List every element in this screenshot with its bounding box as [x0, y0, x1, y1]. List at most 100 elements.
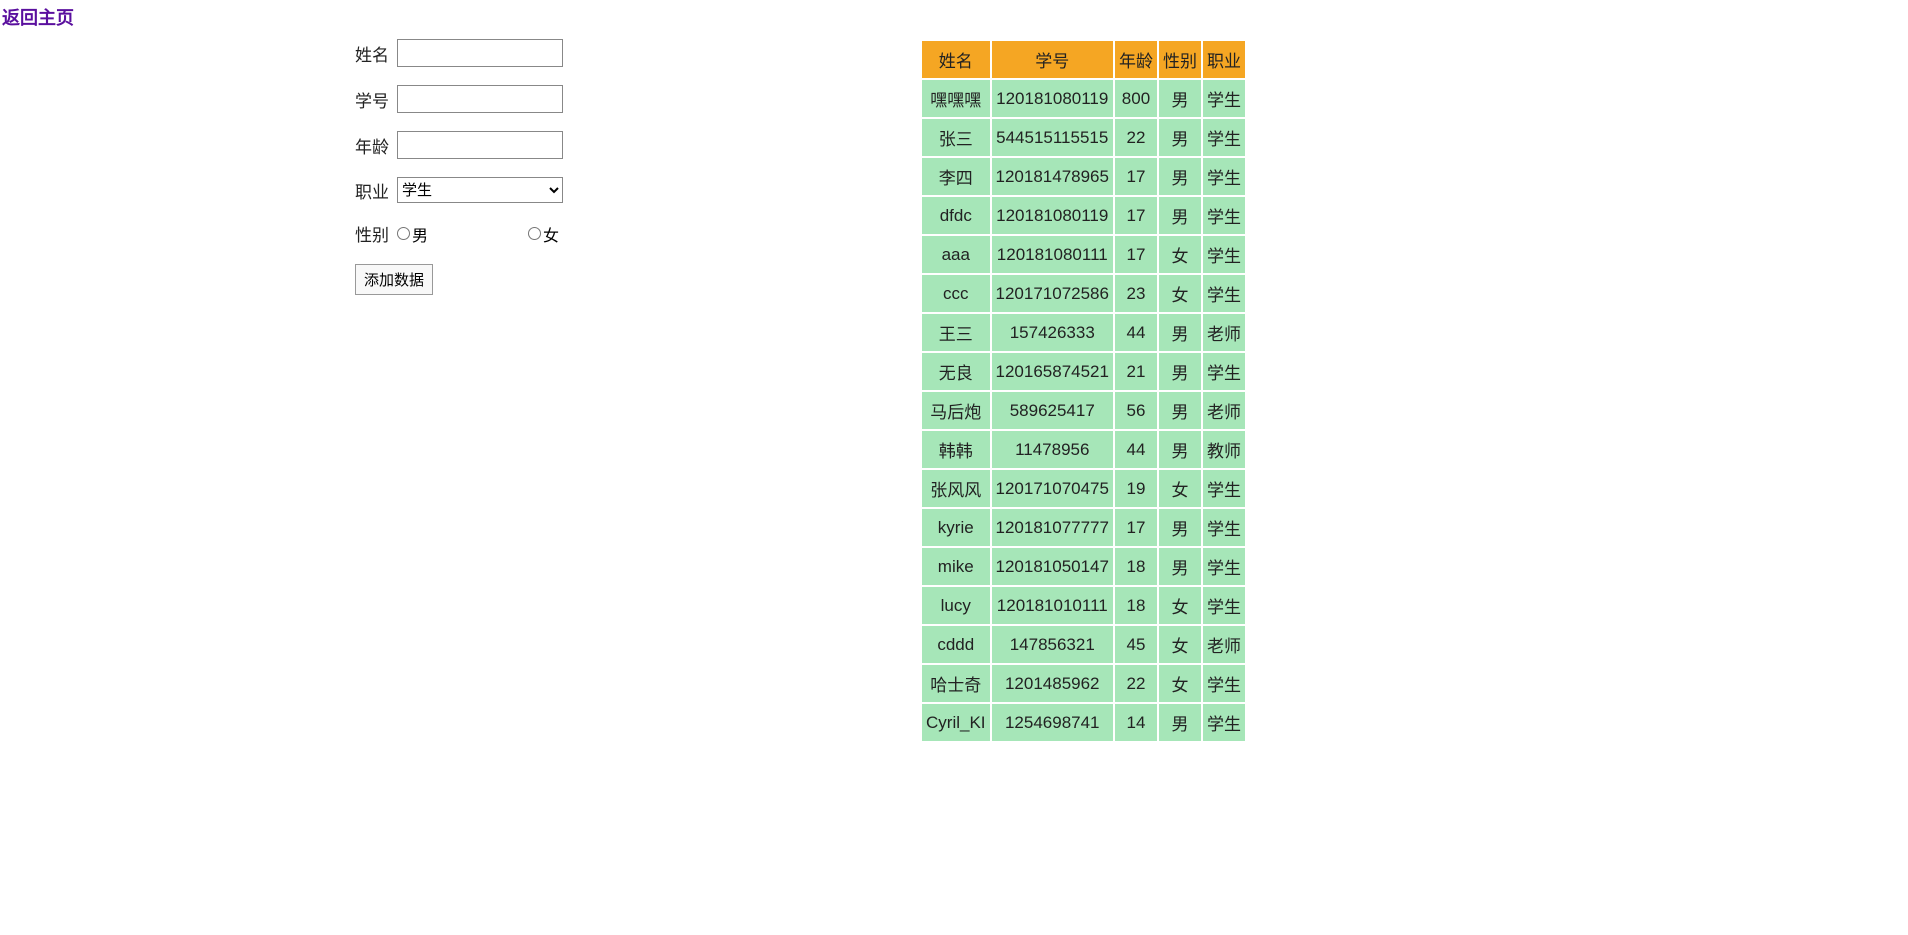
- table-cell-age: 23: [1115, 275, 1157, 312]
- table-cell-name: cddd: [922, 626, 990, 663]
- table-row: lucy12018101011118女学生: [922, 587, 1245, 624]
- table-cell-name: 韩韩: [922, 431, 990, 468]
- table-header-cell: 职业: [1203, 41, 1245, 78]
- gender-male-radio[interactable]: [397, 227, 410, 240]
- table-header-cell: 学号: [992, 41, 1113, 78]
- id-label: 学号: [355, 87, 397, 112]
- table-cell-job: 学生: [1203, 353, 1245, 390]
- table-cell-age: 17: [1115, 236, 1157, 273]
- table-cell-job: 学生: [1203, 509, 1245, 546]
- table-cell-gender: 男: [1159, 119, 1201, 156]
- data-table: 姓名学号年龄性别职业 嘿嘿嘿120181080119800男学生张三544515…: [920, 39, 1247, 743]
- gender-male-label: 男: [412, 222, 428, 246]
- table-cell-gender: 女: [1159, 587, 1201, 624]
- table-cell-gender: 男: [1159, 314, 1201, 351]
- table-header-cell: 姓名: [922, 41, 990, 78]
- gender-female-radio[interactable]: [528, 227, 541, 240]
- table-cell-id: 120165874521: [992, 353, 1113, 390]
- table-cell-job: 学生: [1203, 80, 1245, 117]
- table-cell-age: 56: [1115, 392, 1157, 429]
- table-cell-id: 120181077777: [992, 509, 1113, 546]
- table-row: mike12018105014718男学生: [922, 548, 1245, 585]
- table-cell-id: 11478956: [992, 431, 1113, 468]
- name-input[interactable]: [397, 39, 563, 67]
- age-input[interactable]: [397, 131, 563, 159]
- table-cell-age: 19: [1115, 470, 1157, 507]
- table-header-cell: 年龄: [1115, 41, 1157, 78]
- table-cell-gender: 男: [1159, 548, 1201, 585]
- table-cell-name: ccc: [922, 275, 990, 312]
- table-cell-job: 学生: [1203, 236, 1245, 273]
- table-cell-age: 21: [1115, 353, 1157, 390]
- table-cell-job: 学生: [1203, 158, 1245, 195]
- table-cell-id: 1254698741: [992, 704, 1113, 741]
- table-row: 韩韩1147895644男教师: [922, 431, 1245, 468]
- table-cell-gender: 男: [1159, 80, 1201, 117]
- table-cell-name: lucy: [922, 587, 990, 624]
- table-cell-job: 学生: [1203, 470, 1245, 507]
- id-input[interactable]: [397, 85, 563, 113]
- table-header-row: 姓名学号年龄性别职业: [922, 41, 1245, 78]
- back-home-link[interactable]: 返回主页: [0, 0, 76, 34]
- table-cell-name: kyrie: [922, 509, 990, 546]
- table-cell-age: 22: [1115, 119, 1157, 156]
- name-label: 姓名: [355, 41, 397, 66]
- table-cell-gender: 男: [1159, 392, 1201, 429]
- table-cell-age: 17: [1115, 197, 1157, 234]
- table-cell-job: 学生: [1203, 275, 1245, 312]
- table-cell-gender: 女: [1159, 665, 1201, 702]
- table-row: 嘿嘿嘿120181080119800男学生: [922, 80, 1245, 117]
- table-row: aaa12018108011117女学生: [922, 236, 1245, 273]
- table-cell-gender: 男: [1159, 197, 1201, 234]
- table-cell-gender: 男: [1159, 158, 1201, 195]
- table-cell-gender: 男: [1159, 353, 1201, 390]
- table-cell-age: 17: [1115, 158, 1157, 195]
- table-row: 马后炮58962541756男老师: [922, 392, 1245, 429]
- table-row: 李四12018147896517男学生: [922, 158, 1245, 195]
- table-cell-id: 589625417: [992, 392, 1113, 429]
- form-panel: 姓名 学号 年龄 职业 学生 性别 男: [355, 39, 655, 295]
- table-header-cell: 性别: [1159, 41, 1201, 78]
- table-panel: 姓名学号年龄性别职业 嘿嘿嘿120181080119800男学生张三544515…: [920, 39, 1247, 743]
- table-row: 张风风12017107047519女学生: [922, 470, 1245, 507]
- job-label: 职业: [355, 178, 397, 203]
- table-cell-id: 120181010111: [992, 587, 1113, 624]
- table-row: 张三54451511551522男学生: [922, 119, 1245, 156]
- table-cell-job: 学生: [1203, 665, 1245, 702]
- table-cell-job: 学生: [1203, 548, 1245, 585]
- table-cell-gender: 女: [1159, 626, 1201, 663]
- table-cell-id: 1201485962: [992, 665, 1113, 702]
- table-row: dfdc12018108011917男学生: [922, 197, 1245, 234]
- table-cell-name: 张风风: [922, 470, 990, 507]
- table-cell-job: 老师: [1203, 626, 1245, 663]
- table-cell-name: 李四: [922, 158, 990, 195]
- age-label: 年龄: [355, 133, 397, 158]
- table-cell-id: 120181050147: [992, 548, 1113, 585]
- table-cell-age: 44: [1115, 431, 1157, 468]
- table-cell-name: mike: [922, 548, 990, 585]
- table-cell-id: 120171070475: [992, 470, 1113, 507]
- table-cell-job: 教师: [1203, 431, 1245, 468]
- table-cell-job: 学生: [1203, 587, 1245, 624]
- table-cell-gender: 男: [1159, 509, 1201, 546]
- table-body: 嘿嘿嘿120181080119800男学生张三54451511551522男学生…: [922, 80, 1245, 741]
- job-select[interactable]: 学生: [397, 177, 563, 203]
- table-cell-age: 800: [1115, 80, 1157, 117]
- table-cell-job: 老师: [1203, 392, 1245, 429]
- table-cell-id: 120181080119: [992, 80, 1113, 117]
- table-cell-age: 18: [1115, 548, 1157, 585]
- table-cell-id: 147856321: [992, 626, 1113, 663]
- table-cell-name: Cyril_KI: [922, 704, 990, 741]
- table-cell-gender: 女: [1159, 470, 1201, 507]
- gender-label: 性别: [355, 221, 397, 246]
- add-data-button[interactable]: 添加数据: [355, 264, 433, 295]
- table-cell-name: 无良: [922, 353, 990, 390]
- table-cell-job: 老师: [1203, 314, 1245, 351]
- table-cell-job: 学生: [1203, 119, 1245, 156]
- table-row: ccc12017107258623女学生: [922, 275, 1245, 312]
- table-cell-age: 14: [1115, 704, 1157, 741]
- table-cell-age: 44: [1115, 314, 1157, 351]
- table-row: 王三15742633344男老师: [922, 314, 1245, 351]
- table-cell-name: 嘿嘿嘿: [922, 80, 990, 117]
- table-cell-id: 544515115515: [992, 119, 1113, 156]
